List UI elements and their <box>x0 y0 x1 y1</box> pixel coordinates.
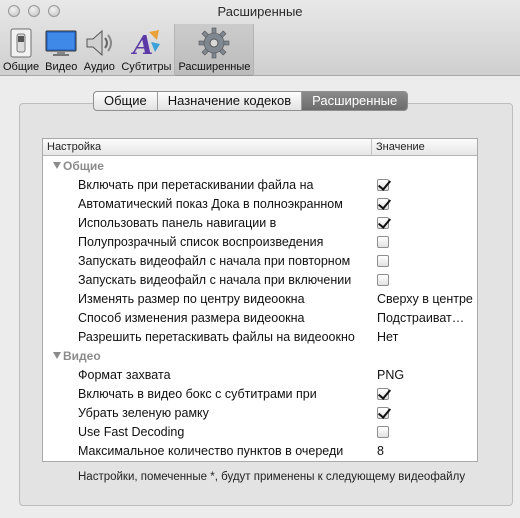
setting-name: Автоматический показ Дока в полноэкранно… <box>78 196 343 211</box>
table-row[interactable]: Использовать панель навигации в <box>43 213 477 232</box>
table-row[interactable]: Запускать видеофайл с начала при повторн… <box>43 251 477 270</box>
table-row[interactable]: Полупрозрачный список воспроизведения <box>43 232 477 251</box>
group-title: Общие <box>63 158 104 173</box>
toolbar-label-subtitles: Субтитры <box>121 61 172 73</box>
setting-value-popup[interactable]: PNG <box>372 368 477 382</box>
table-row[interactable]: Изменять размер по центру видеоокна Свер… <box>43 289 477 308</box>
window-title: Расширенные <box>217 4 303 19</box>
setting-checkbox[interactable] <box>377 425 389 438</box>
table-row[interactable]: Запускать видеофайл с начала при включен… <box>43 270 477 289</box>
setting-checkbox[interactable] <box>377 178 389 191</box>
switch-icon <box>5 27 37 59</box>
setting-name: Максимальное количество пунктов в очеред… <box>78 443 344 458</box>
title-bar: Расширенные Общие Видео Аудио A Субтитры… <box>0 0 520 76</box>
tab-codec-assignment[interactable]: Назначение кодеков <box>158 92 303 110</box>
toolbar-item-subtitles[interactable]: A Субтитры <box>118 24 174 76</box>
setting-name: Use Fast Decoding <box>78 424 185 439</box>
tab-general[interactable]: Общие <box>94 92 158 110</box>
table-row[interactable]: Убрать зеленую рамку <box>43 403 477 422</box>
footnote-text: Настройки, помеченные *, будут применены… <box>78 471 466 483</box>
setting-checkbox[interactable] <box>377 197 389 210</box>
monitor-icon <box>45 27 77 59</box>
disclosure-triangle-icon[interactable] <box>53 162 61 169</box>
group-row-video[interactable]: Видео <box>43 346 477 365</box>
group-row-general[interactable]: Общие <box>43 156 477 175</box>
tab-advanced[interactable]: Расширенные <box>302 92 408 110</box>
setting-value-popup[interactable]: Подстраиват… <box>372 311 477 325</box>
toolbar-label-video: Видео <box>45 61 78 73</box>
setting-name: Убрать зеленую рамку <box>78 405 209 420</box>
group-title: Видео <box>63 348 101 363</box>
disclosure-triangle-icon[interactable] <box>53 352 61 359</box>
table-row[interactable]: Максимальное количество пунктов в очеред… <box>43 441 477 460</box>
settings-table: Настройка Значение Общие Включать при пе… <box>42 138 478 462</box>
setting-name: Включать при перетаскивании файла на <box>78 177 314 192</box>
toolbar-label-general: Общие <box>3 61 40 73</box>
setting-name: Включать в видео бокс с субтитрами при <box>78 386 317 401</box>
table-row[interactable]: Включать в видео бокс с субтитрами при <box>43 384 477 403</box>
setting-checkbox[interactable] <box>377 273 389 286</box>
column-header-value[interactable]: Значение <box>372 139 477 155</box>
setting-value-field[interactable]: 8 <box>372 444 477 458</box>
setting-name: Использовать панель навигации в <box>78 215 277 230</box>
setting-checkbox[interactable] <box>377 387 389 400</box>
table-row[interactable]: Формат захвата PNG <box>43 365 477 384</box>
setting-name: Формат захвата <box>78 367 171 382</box>
setting-name: Запускать видеофайл с начала при включен… <box>78 272 352 287</box>
subtitles-icon: A <box>130 27 162 59</box>
table-row[interactable]: Включать при перетаскивании файла на <box>43 175 477 194</box>
setting-name: Полупрозрачный список воспроизведения <box>78 234 324 249</box>
setting-value-popup[interactable]: Нет <box>372 330 477 344</box>
setting-checkbox[interactable] <box>377 235 389 248</box>
setting-name: Запускать видеофайл с начала при повторн… <box>78 253 351 268</box>
setting-checkbox[interactable] <box>377 216 389 229</box>
setting-checkbox[interactable] <box>377 254 389 267</box>
table-header: Настройка Значение <box>43 139 477 156</box>
gear-icon <box>198 27 230 59</box>
table-row[interactable]: Разрешить перетаскивать файлы на видеоок… <box>43 327 477 346</box>
toolbar-item-audio[interactable]: Аудио <box>80 24 118 76</box>
toolbar-item-video[interactable]: Видео <box>42 24 80 76</box>
segmented-tabs: Общие Назначение кодеков Расширенные <box>93 91 409 111</box>
table-row[interactable]: Автоматический показ Дока в полноэкранно… <box>43 194 477 213</box>
setting-name: Способ изменения размера видеоокна <box>78 310 305 325</box>
speaker-icon <box>83 27 115 59</box>
table-row[interactable]: Use Fast Decoding <box>43 422 477 441</box>
toolbar-item-general[interactable]: Общие <box>0 24 42 76</box>
toolbar-label-advanced: Расширенные <box>178 61 251 73</box>
toolbar-label-audio: Аудио <box>83 61 115 73</box>
table-row[interactable]: Способ изменения размера видеоокна Подст… <box>43 308 477 327</box>
setting-checkbox[interactable] <box>377 406 389 419</box>
column-header-setting[interactable]: Настройка <box>43 139 372 155</box>
preferences-window: Расширенные Общие Видео Аудио A Субтитры… <box>0 0 520 518</box>
setting-name: Разрешить перетаскивать файлы на видеоок… <box>78 329 355 344</box>
svg-text:A: A <box>131 31 153 58</box>
setting-value-popup[interactable]: Сверху в центре <box>372 292 477 306</box>
toolbar: Общие Видео Аудио A Субтитры Расширенные <box>0 24 255 76</box>
setting-name: Изменять размер по центру видеоокна <box>78 291 305 306</box>
toolbar-item-advanced[interactable]: Расширенные <box>174 24 255 76</box>
